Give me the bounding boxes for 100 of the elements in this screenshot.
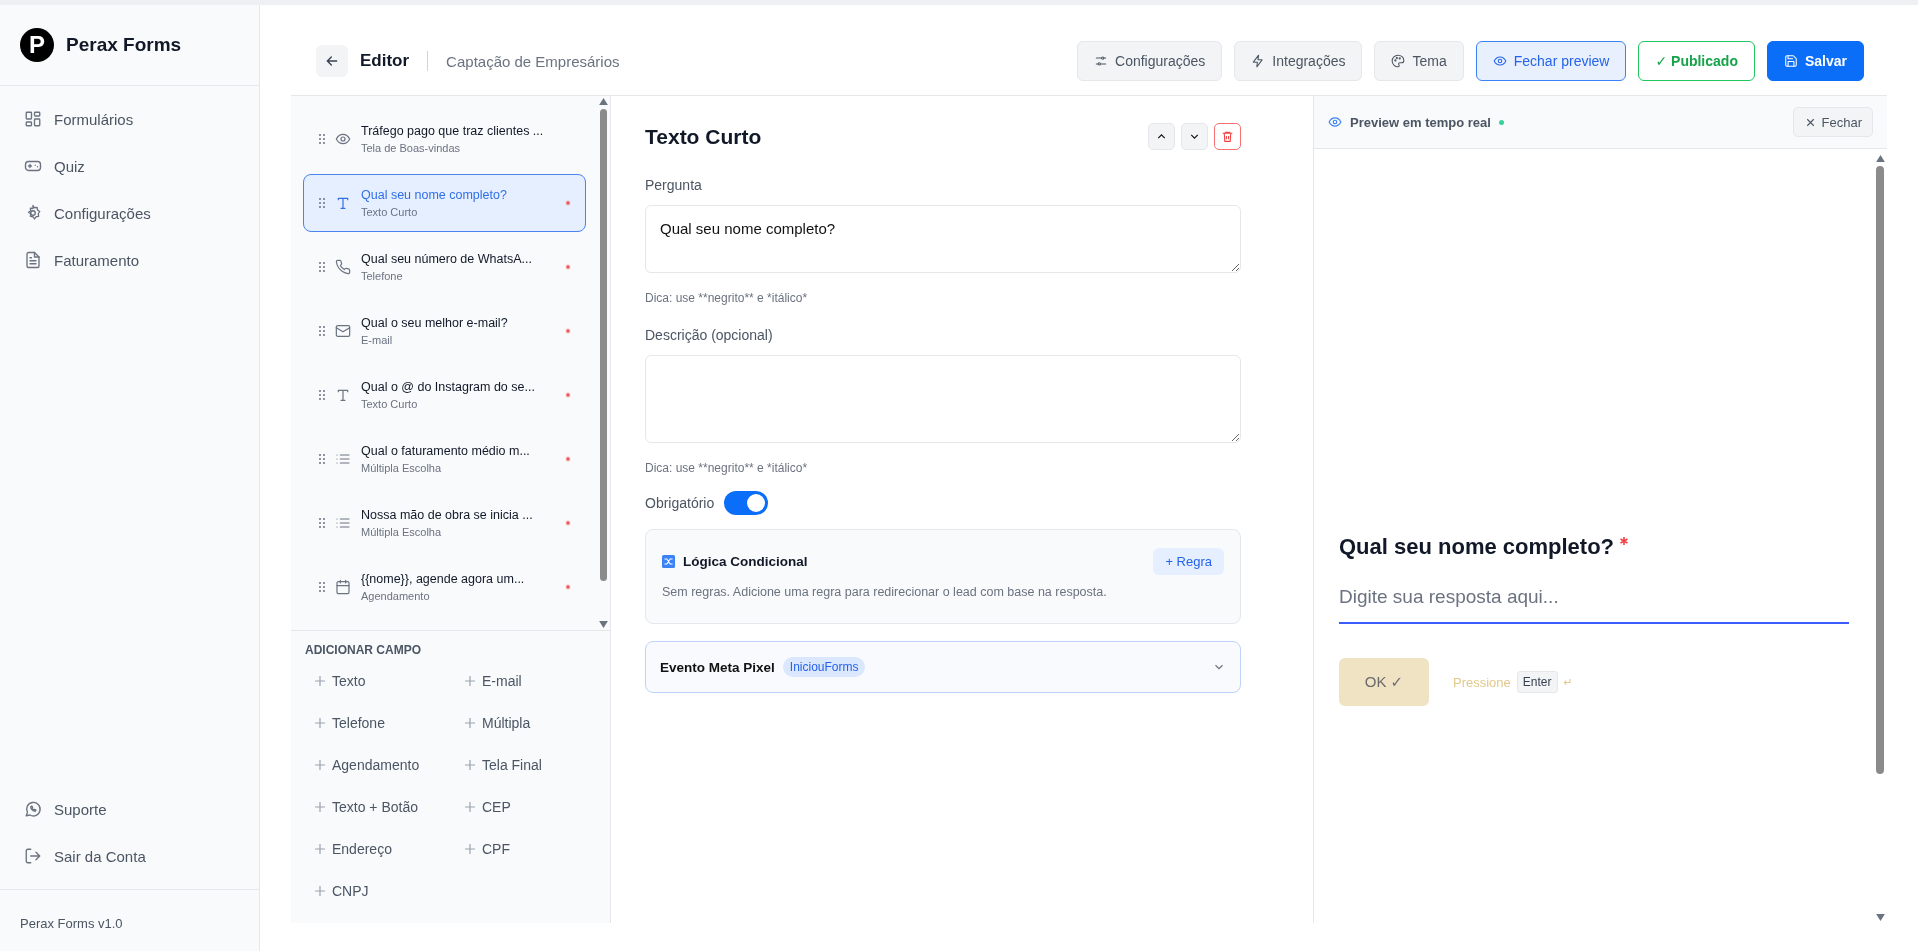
field-type: Múltipla Escolha (361, 526, 442, 538)
drag-handle-icon[interactable] (319, 326, 325, 336)
theme-button[interactable]: Tema (1374, 41, 1464, 81)
scroll-up-icon[interactable] (598, 98, 608, 105)
field-item[interactable]: Qual o seu melhor e-mail? E-mail (303, 302, 586, 360)
field-item[interactable]: Tráfego pago que traz clientes ... Tela de Boas-vindas (303, 110, 586, 168)
drag-handle-icon[interactable] (319, 198, 325, 208)
preview-button[interactable]: Fechar preview (1475, 41, 1627, 81)
nav-item[interactable]: Configurações (24, 194, 259, 232)
plus-icon (314, 885, 326, 897)
text-icon (335, 387, 351, 403)
add-field-button[interactable]: Múltipla (451, 703, 601, 743)
add-field-button[interactable]: Endereço (301, 829, 451, 869)
answer-field[interactable]: Digite sua resposta aqui... (1339, 582, 1849, 624)
field-title: {{nome}}, agende agora um... (361, 572, 525, 586)
mail-icon (335, 323, 351, 339)
nav-item[interactable]: Formulários (24, 100, 259, 138)
enter-symbol: ↵ (1563, 675, 1573, 689)
field-title: Qual o seu melhor e-mail? (361, 316, 508, 330)
drag-handle-icon[interactable] (319, 390, 325, 400)
plus-icon (464, 759, 476, 771)
trash-icon (1221, 130, 1234, 143)
back-button[interactable] (316, 45, 348, 77)
plus-icon (314, 717, 326, 729)
text-icon (335, 195, 351, 211)
field-item[interactable]: Qual seu número de WhatsA... Telefone (303, 238, 586, 296)
logic-title: Lógica Condicional (683, 554, 809, 569)
eye-icon (1328, 115, 1342, 129)
field-type: E-mail (361, 334, 393, 346)
field-type: Telefone (361, 270, 403, 282)
question-field[interactable]: Qual seu nome completo? (645, 205, 1241, 273)
bolt-icon (1251, 54, 1266, 68)
eye-icon (1492, 54, 1507, 68)
logout-icon (24, 847, 42, 865)
plus-icon (464, 801, 476, 813)
field-title: Qual o faturamento médio m... (361, 444, 530, 458)
preview-question: Qual seu nome completo? (1339, 534, 1615, 559)
add-field-button[interactable]: Tela Final (451, 745, 601, 785)
field-title: Qual seu nome completo? (361, 188, 507, 202)
hint-text: Dica: use **negrito** e *itálico* (645, 461, 809, 475)
scrollbar-thumb[interactable] (1876, 166, 1884, 774)
press-hint: Pressione (1453, 674, 1511, 690)
drag-handle-icon[interactable] (319, 518, 325, 528)
add-field-button[interactable]: Texto + Botão (301, 787, 451, 827)
drag-handle-icon[interactable] (319, 454, 325, 464)
add-field-button[interactable]: E-mail (451, 661, 601, 701)
plus-icon (464, 717, 476, 729)
close-button[interactable]: Fechar (1792, 107, 1873, 137)
field-editor-title: Texto Curto (645, 124, 762, 149)
drag-handle-icon[interactable] (319, 262, 325, 272)
settings-button[interactable]: Configurações (1077, 41, 1223, 81)
add-rule-button[interactable]: + Regra (1153, 548, 1224, 575)
brand-name: Perax Forms (66, 34, 182, 56)
nav-item[interactable]: Faturamento (24, 241, 259, 279)
add-field-button[interactable]: Texto (301, 661, 451, 701)
delete-button[interactable] (1214, 123, 1241, 150)
integrations-button[interactable]: Integrações (1234, 41, 1363, 81)
scroll-down-icon[interactable] (598, 621, 608, 628)
doc-icon (24, 251, 42, 269)
eye-icon (335, 131, 351, 147)
field-item[interactable]: Qual o @ do Instagram do se... Texto Curto (303, 366, 586, 424)
sliders-icon (1094, 54, 1109, 68)
field-type: Agendamento (361, 590, 430, 602)
meta-pixel-dropdown[interactable]: Evento Meta Pixel IniciouForms (645, 641, 1241, 693)
calendar-icon (335, 579, 351, 595)
plus-icon (314, 801, 326, 813)
drag-handle-icon[interactable] (319, 582, 325, 592)
add-field-button[interactable]: CNPJ (301, 871, 451, 911)
save-button[interactable]: Salvar (1766, 41, 1864, 81)
field-item[interactable]: Nossa mão de obra se inicia ... Múltipla Escolha (303, 494, 586, 552)
field-item[interactable]: Qual seu nome completo? Texto Curto (303, 174, 586, 232)
nav-item[interactable]: Sair da Conta (24, 837, 259, 875)
shuffle-icon (662, 555, 675, 568)
phone-icon (335, 259, 351, 275)
nav-item[interactable]: Suporte (24, 790, 259, 828)
field-title: Qual seu número de WhatsA... (361, 252, 532, 266)
field-item[interactable]: {{nome}}, agende agora um... Agendamento (303, 558, 586, 616)
scroll-up-icon[interactable] (1875, 155, 1885, 162)
editor-title: Editor (360, 51, 410, 71)
add-field-button[interactable]: CEP (451, 787, 601, 827)
preview-title: Preview em tempo real (1350, 114, 1491, 130)
grid-icon (24, 110, 42, 128)
nav-item[interactable]: Quiz (24, 147, 259, 185)
field-type: Tela de Boas-vindas (361, 142, 461, 154)
back-arrow-icon (324, 53, 340, 69)
add-field-button[interactable]: Agendamento (301, 745, 451, 785)
section-heading: ADICIONAR CAMPO (305, 643, 422, 657)
scroll-down-icon[interactable] (1875, 914, 1885, 921)
required-toggle[interactable] (724, 491, 769, 515)
field-item[interactable]: Qual o faturamento médio m... Múltipla Escolha (303, 430, 586, 488)
plus-icon (314, 759, 326, 771)
ok-button[interactable]: OK ✓ (1339, 658, 1429, 706)
description-field[interactable] (645, 355, 1241, 443)
scrollbar-thumb[interactable] (599, 109, 607, 581)
add-field-button[interactable]: CPF (451, 829, 601, 869)
version-label: Perax Forms v1.0 (0, 889, 259, 951)
logo-icon: P (20, 28, 54, 62)
field-type: Texto Curto (361, 398, 418, 410)
drag-handle-icon[interactable] (319, 134, 325, 144)
add-field-button[interactable]: Telefone (301, 703, 451, 743)
